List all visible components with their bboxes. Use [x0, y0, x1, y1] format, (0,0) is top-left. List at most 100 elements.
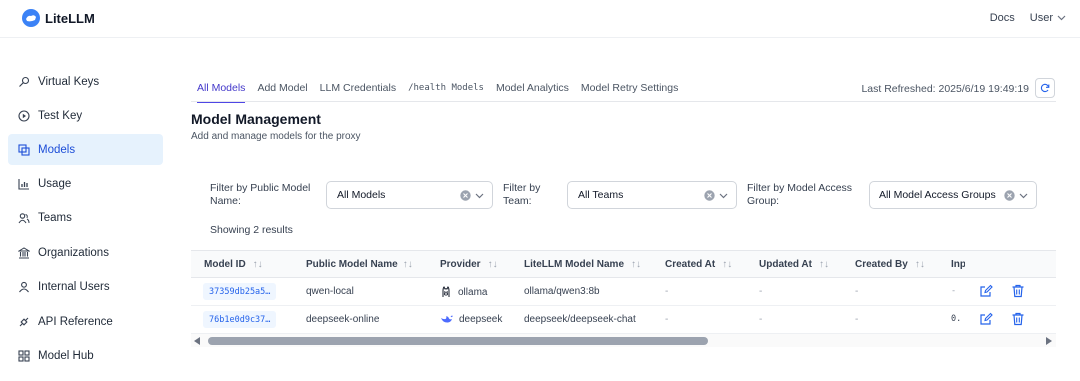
sort-icon: ↑↓ [722, 259, 733, 270]
refresh-icon [1040, 83, 1050, 93]
deepseek-whale-icon [440, 314, 453, 325]
filter-label-line: Filter by [503, 182, 541, 194]
col-header-litellm-model-name[interactable]: LiteLLM Model Name ↑↓ [524, 259, 641, 270]
filter-label-line: Filter by Model Access [747, 182, 853, 194]
models-icon [17, 143, 31, 157]
litellm-logo-icon [22, 9, 40, 27]
user-label: User [1029, 12, 1053, 24]
updated-at: - [759, 314, 763, 325]
scroll-right-icon[interactable] [1046, 337, 1052, 345]
api-icon [17, 315, 31, 329]
public-model-name: qwen-local [306, 286, 354, 297]
key-icon [17, 75, 31, 89]
bar-chart-icon [17, 177, 31, 191]
sort-icon: ↑↓ [402, 259, 413, 270]
col-header-public-model-name[interactable]: Public Model Name ↑↓ [306, 259, 413, 270]
sidebar-item-label: Internal Users [38, 280, 110, 293]
sidebar-item-model-hub[interactable]: Model Hub [8, 340, 163, 371]
play-circle-icon [17, 109, 31, 123]
tab-all-models[interactable]: All Models [197, 76, 246, 103]
header-label: Updated At [759, 259, 812, 270]
header-label: Provider [440, 259, 481, 270]
chevron-down-icon [475, 193, 484, 199]
clear-icon[interactable] [1004, 190, 1015, 201]
sidebar-item-label: Models [38, 143, 76, 156]
tab-health-models[interactable]: /health Models [408, 76, 484, 99]
access-group-select[interactable]: All Model Access Groups [869, 181, 1037, 209]
model-id-pill[interactable]: 76b1e0d9c37… [203, 311, 277, 328]
scrollbar-thumb[interactable] [208, 337, 708, 345]
litellm-model-name: deepseek/deepseek-chat [524, 314, 636, 325]
sidebar-item-label: Teams [38, 211, 72, 224]
sidebar-item-virtual-keys[interactable]: Virtual Keys [8, 66, 163, 97]
sort-icon: ↑↓ [631, 259, 642, 270]
app-name: LiteLLM [45, 10, 95, 26]
tab-llm-credentials[interactable]: LLM Credentials [320, 76, 396, 100]
header-label: Model ID [204, 259, 246, 270]
sort-icon: ↑↓ [914, 259, 925, 270]
input-cost: - [951, 286, 957, 296]
header-label: Inp [951, 259, 965, 270]
table-row[interactable]: 76b1e0d9c37… deepseek-online deepseek de… [191, 306, 1056, 334]
col-header-updated-at[interactable]: Updated At ↑↓ [759, 259, 829, 270]
sort-icon: ↑↓ [818, 259, 829, 270]
team-icon [17, 211, 31, 225]
header-label: Created At [665, 259, 716, 270]
delete-icon[interactable] [1011, 284, 1025, 298]
sidebar-item-organizations[interactable]: Organizations [8, 237, 163, 268]
litellm-model-name: ollama/qwen3:8b [524, 286, 600, 297]
updated-at: - [759, 286, 763, 297]
page-title: Model Management [191, 111, 321, 127]
sidebar-item-label: Organizations [38, 246, 109, 259]
delete-icon[interactable] [1011, 312, 1025, 326]
model-id-pill[interactable]: 37359db25a5… [203, 283, 277, 300]
user-menu[interactable]: User [1030, 12, 1066, 24]
logo[interactable]: LiteLLM [22, 9, 95, 27]
created-by: - [855, 286, 859, 297]
refresh-button[interactable] [1035, 78, 1055, 98]
tab-model-analytics[interactable]: Model Analytics [496, 76, 569, 100]
table-header: Model ID ↑↓ Public Model Name ↑↓ Provider ↑… [191, 251, 1056, 278]
sidebar-item-internal-users[interactable]: Internal Users [8, 271, 163, 302]
filter-label-line: Filter by Public Model [210, 182, 311, 194]
public-model-select[interactable]: All Models [326, 181, 493, 209]
tab-model-retry-settings[interactable]: Model Retry Settings [581, 76, 678, 100]
tab-add-model[interactable]: Add Model [257, 76, 307, 100]
sidebar-item-usage[interactable]: Usage [8, 168, 163, 199]
created-at: - [665, 314, 669, 325]
clear-icon[interactable] [460, 190, 471, 201]
scroll-left-icon[interactable] [194, 337, 200, 345]
edit-icon[interactable] [979, 284, 993, 298]
col-header-created-by[interactable]: Created By ↑↓ [855, 259, 925, 270]
top-bar: LiteLLM Docs User [0, 0, 1080, 38]
header-label: Public Model Name [306, 259, 398, 270]
horizontal-scrollbar[interactable] [191, 333, 1056, 347]
sidebar: Virtual Keys Test Key Models Usage Teams… [0, 38, 172, 381]
sidebar-item-models[interactable]: Models [8, 134, 163, 165]
sidebar-item-label: Virtual Keys [38, 75, 100, 88]
filter-access-group-label: Filter by Model Access Group: [747, 182, 852, 208]
sidebar-item-teams[interactable]: Teams [8, 202, 163, 233]
sidebar-item-api-reference[interactable]: API Reference [8, 306, 163, 337]
select-value: All Models [337, 189, 386, 201]
col-header-created-at[interactable]: Created At ↑↓ [665, 259, 732, 270]
filter-public-model-label: Filter by Public Model Name: [210, 182, 310, 208]
edit-icon[interactable] [979, 312, 993, 326]
last-refreshed: Last Refreshed: 2025/6/19 19:49:19 [861, 83, 1029, 95]
col-header-model-id[interactable]: Model ID ↑↓ [204, 259, 263, 270]
page-subtitle: Add and manage models for the proxy [191, 131, 361, 142]
col-header-input[interactable]: Inp [951, 259, 965, 270]
ollama-icon [440, 286, 452, 298]
table-row[interactable]: 37359db25a5… qwen-local ollama ollama/qw… [191, 278, 1056, 306]
header-label: Created By [855, 259, 908, 270]
sidebar-item-label: API Reference [38, 315, 113, 328]
docs-link[interactable]: Docs [990, 12, 1015, 24]
sidebar-item-test-key[interactable]: Test Key [8, 100, 163, 131]
filter-team-label: Filter by Team: [503, 182, 540, 208]
clear-icon[interactable] [704, 190, 715, 201]
provider-name: deepseek [459, 314, 503, 325]
col-header-provider[interactable]: Provider ↑↓ [440, 259, 498, 270]
team-select[interactable]: All Teams [567, 181, 737, 209]
sort-icon: ↑↓ [487, 259, 498, 270]
select-value: All Teams [578, 189, 624, 201]
